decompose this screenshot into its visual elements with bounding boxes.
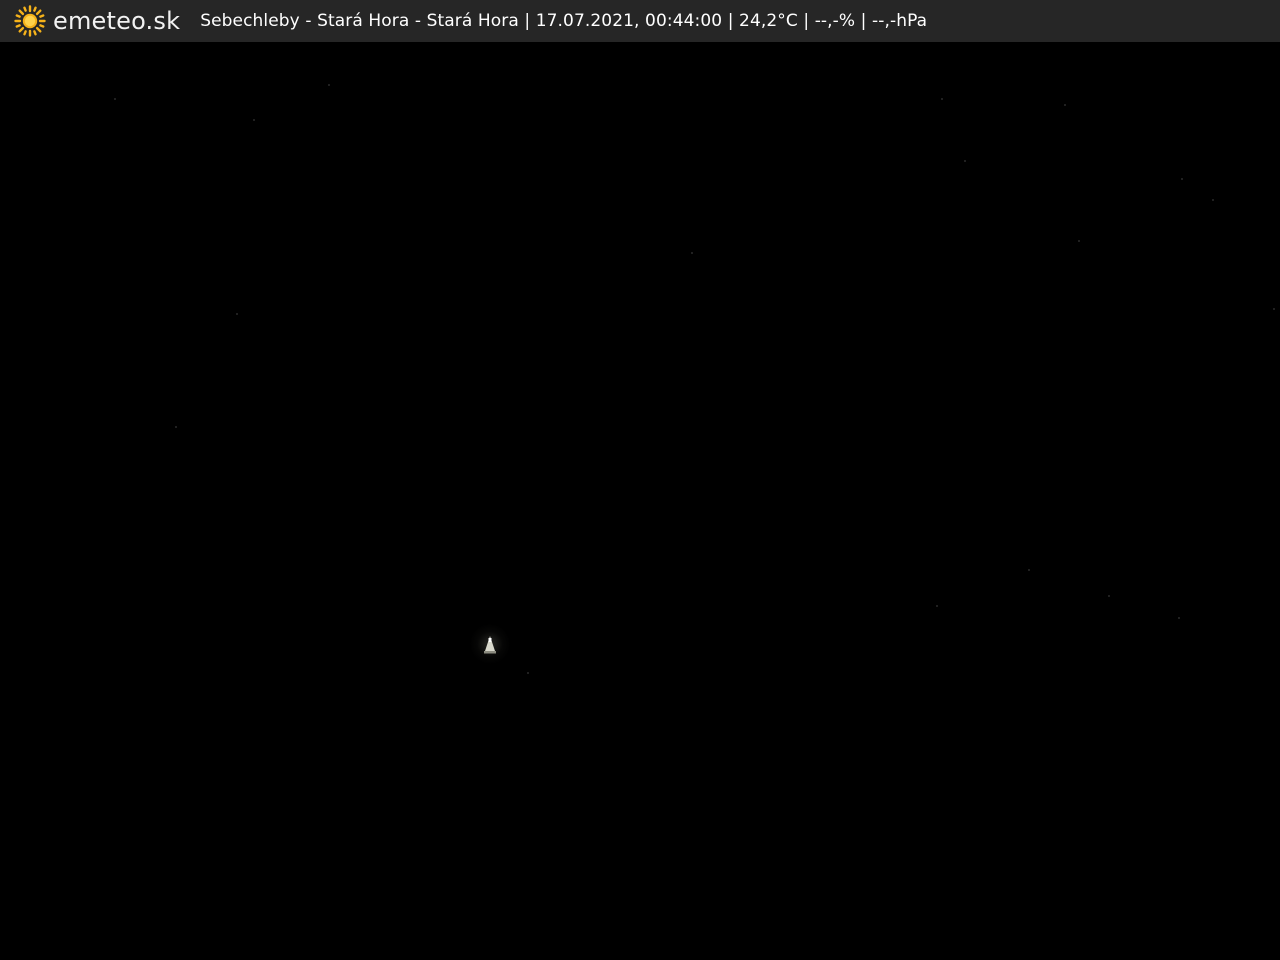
emeteo-logo: emeteo.sk <box>14 0 180 42</box>
faint-star <box>1078 240 1080 242</box>
brand-name: emeteo.sk <box>53 7 181 35</box>
faint-star <box>941 98 943 100</box>
camera-image <box>0 42 1280 960</box>
distant-light <box>484 636 496 654</box>
faint-star <box>1273 308 1275 310</box>
faint-star <box>1108 595 1110 597</box>
faint-star <box>175 426 177 428</box>
webcam-overlay-bar: emeteo.sk Sebechleby - Stará Hora - Star… <box>0 0 1280 42</box>
faint-star <box>253 119 255 121</box>
faint-star <box>1212 199 1214 201</box>
faint-star <box>114 98 116 100</box>
faint-star <box>936 605 938 607</box>
faint-star <box>1064 104 1066 106</box>
webcam-frame: emeteo.sk Sebechleby - Stará Hora - Star… <box>0 0 1280 960</box>
station-caption: Sebechleby - Stará Hora - Stará Hora | 1… <box>200 11 928 31</box>
faint-star <box>1178 617 1180 619</box>
faint-star <box>527 672 529 674</box>
faint-star <box>691 252 693 254</box>
faint-star <box>236 313 238 315</box>
faint-star <box>964 160 966 162</box>
faint-star <box>1028 569 1030 571</box>
sun-icon <box>14 5 46 37</box>
faint-star <box>328 84 330 86</box>
faint-star <box>1181 178 1183 180</box>
